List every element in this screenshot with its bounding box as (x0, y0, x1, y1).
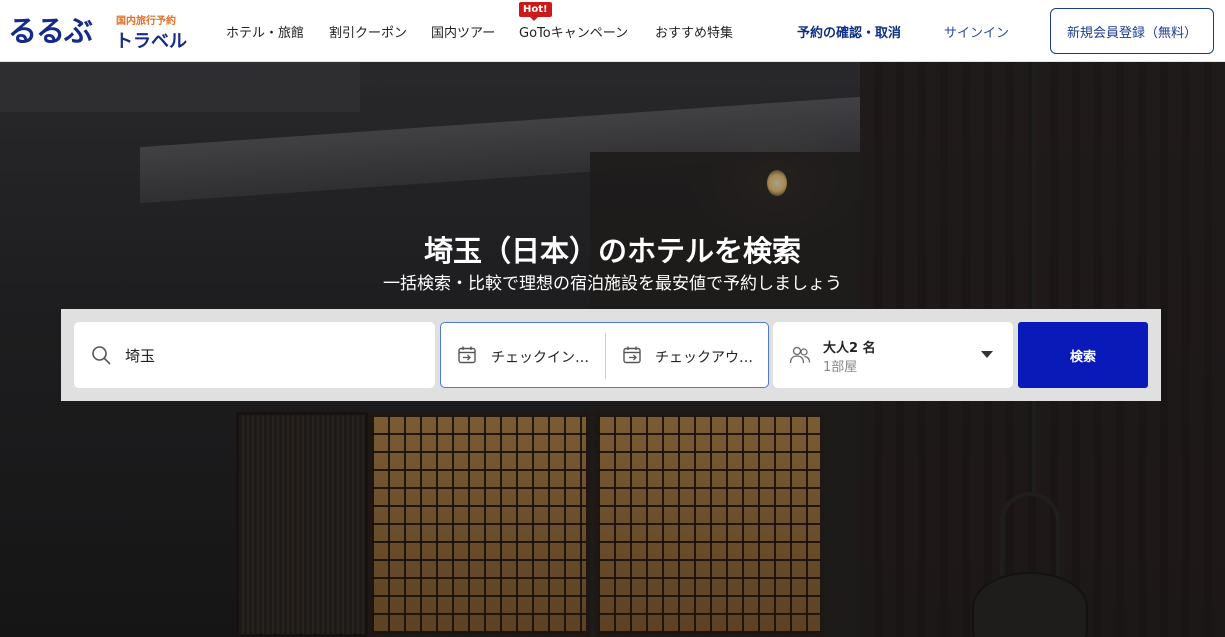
date-divider (605, 333, 606, 379)
checkout-value: チェックアウ… (655, 350, 753, 366)
destination-field[interactable]: 埼玉 (74, 322, 435, 388)
room-count: 1部屋 (823, 360, 858, 375)
register-button[interactable]: 新規会員登録（無料） (1050, 8, 1214, 54)
hero-subtitle: 一括検索・比較で理想の宿泊施設を最安値で予約しましょう (383, 274, 842, 294)
calendar-checkin-icon (458, 346, 476, 364)
nav-goto-campaign[interactable]: GoToキャンペーン (519, 22, 628, 41)
logo-main-text: るるぶ (8, 14, 93, 48)
people-icon (789, 346, 811, 364)
hero-title: 埼玉（日本）のホテルを検索 (423, 234, 801, 268)
guests-rooms-selector[interactable]: 大人2 名 1部屋 (773, 322, 1013, 388)
rurubu-travel-logo[interactable]: るるぶ 国内旅行予約 トラベル (8, 12, 193, 54)
site-header: るるぶ 国内旅行予約 トラベル ホテル・旅館 割引クーポン 国内ツアー Hot!… (0, 0, 1225, 62)
nav-domestic-tours[interactable]: 国内ツアー (431, 22, 495, 41)
nav-featured[interactable]: おすすめ特集 (655, 22, 733, 41)
hero-banner: 埼玉（日本）のホテルを検索 一括検索・比較で理想の宿泊施設を最安値で予約しましょ… (0, 62, 1225, 637)
calendar-checkout-icon (623, 346, 641, 364)
search-icon (92, 346, 111, 365)
signin-link[interactable]: サインイン (944, 22, 1009, 41)
search-panel: 埼玉 チェックイン… チェックアウ… 大人2 名 1部屋 検索 (61, 309, 1161, 401)
guest-count: 大人2 名 (823, 341, 876, 356)
nav-coupons[interactable]: 割引クーポン (329, 22, 407, 41)
destination-value: 埼玉 (125, 347, 156, 365)
nav-hotels[interactable]: ホテル・旅館 (226, 22, 304, 41)
hot-badge: Hot! (519, 2, 552, 21)
search-button[interactable]: 検索 (1018, 322, 1148, 388)
checkin-value: チェックイン… (491, 350, 589, 366)
reservation-link[interactable]: 予約の確認・取消 (797, 22, 901, 41)
logo-travel-text: トラベル (115, 31, 187, 52)
caret-down-icon (981, 351, 993, 358)
logo-subtitle: 国内旅行予約 (116, 16, 176, 27)
date-range-field: チェックイン… チェックアウ… (440, 322, 769, 388)
